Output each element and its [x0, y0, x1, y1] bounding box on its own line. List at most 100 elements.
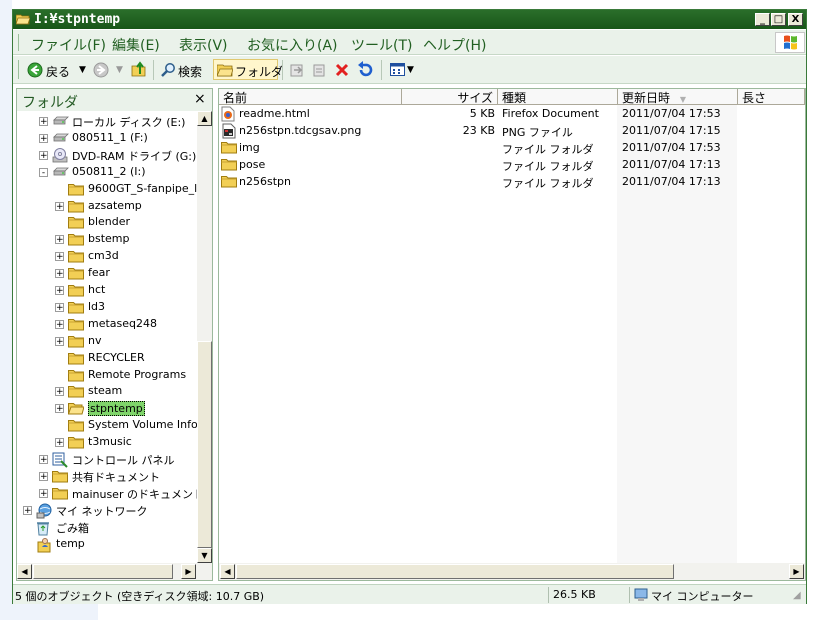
file-row[interactable]: n256stpn ファイル フォルダ 2011/07/04 17:13	[219, 174, 805, 191]
user-folder-icon	[36, 537, 52, 552]
status-bar: 5 個のオブジェクト (空きディスク領域: 10.7 GB) 26.5 KB マ…	[13, 584, 806, 604]
delete-icon[interactable]	[334, 62, 350, 78]
column-header-date-label: 更新日時	[622, 91, 671, 105]
tree-item-label: マイ ネットワーク	[56, 504, 148, 518]
file-date: 2011/07/04 17:53	[622, 141, 721, 154]
scroll-left-button[interactable]: ◀	[220, 564, 235, 579]
recycle-bin-icon	[36, 520, 52, 536]
views-icon[interactable]	[390, 63, 405, 76]
menu-edit[interactable]: 編集(E)	[112, 35, 160, 55]
file-type: ファイル フォルダ	[502, 143, 594, 156]
tree-item-label: blender	[88, 215, 131, 229]
forward-arrow-icon[interactable]	[93, 62, 109, 78]
expand-icon[interactable]: +	[39, 133, 48, 143]
scroll-left-button[interactable]: ◀	[17, 564, 32, 579]
toolbar-separator	[282, 60, 283, 80]
views-dropdown-icon[interactable]: ▼	[407, 65, 414, 75]
collapse-icon[interactable]: -	[39, 167, 48, 177]
folder-tree-vertical-scrollbar[interactable]: ▲ ▼	[197, 111, 212, 563]
expand-icon[interactable]: +	[39, 488, 48, 498]
folder-icon	[68, 300, 84, 314]
scrollbar-thumb[interactable]	[236, 564, 674, 579]
copy-to-icon[interactable]	[311, 62, 327, 78]
undo-icon[interactable]	[357, 61, 374, 78]
file-row[interactable]: img ファイル フォルダ 2011/07/04 17:53	[219, 140, 805, 157]
scroll-right-button[interactable]: ▶	[789, 564, 804, 579]
up-folder-icon[interactable]	[131, 61, 147, 78]
folder-icon	[221, 140, 237, 157]
folder-icon	[68, 418, 84, 432]
expand-icon[interactable]: +	[55, 404, 64, 414]
tree-item-label: ごみ箱	[56, 521, 89, 535]
folder-pane-close-button[interactable]: ×	[194, 91, 206, 107]
expand-icon[interactable]: +	[23, 505, 32, 515]
back-dropdown-icon[interactable]: ▼	[79, 65, 86, 75]
open-folder-icon	[16, 14, 30, 25]
minimize-button[interactable]: _	[755, 13, 770, 26]
drive-icon	[52, 131, 69, 145]
expand-icon[interactable]: +	[55, 269, 64, 279]
explorer-window: I:¥stpntemp _ □ X ファイル(F) 編集(E) 表示(V) お気…	[12, 9, 807, 604]
menu-bar: ファイル(F) 編集(E) 表示(V) お気に入り(A) ツール(T) ヘルプ(…	[13, 30, 806, 55]
search-button[interactable]: 検索	[178, 63, 202, 80]
file-size: 5 KB	[469, 107, 495, 120]
open-folder-icon	[67, 401, 85, 415]
expand-icon[interactable]: +	[55, 387, 64, 397]
folder-icon	[52, 469, 68, 483]
column-header-name[interactable]: 名前	[219, 89, 402, 105]
expand-icon[interactable]: +	[39, 471, 48, 481]
expand-icon[interactable]: +	[55, 286, 64, 296]
folder-icon	[68, 266, 84, 280]
forward-dropdown-icon[interactable]: ▼	[116, 65, 123, 75]
menu-grip[interactable]	[18, 34, 21, 51]
expand-icon[interactable]: +	[55, 302, 64, 312]
scroll-right-button[interactable]: ▶	[181, 564, 196, 579]
folder-icon	[68, 199, 84, 213]
scroll-up-button[interactable]: ▲	[197, 111, 212, 126]
move-to-icon[interactable]	[289, 62, 305, 78]
expand-icon[interactable]: +	[55, 235, 64, 245]
folder-icon	[68, 249, 84, 263]
expand-icon[interactable]: +	[39, 117, 48, 127]
tree-item-label: ローカル ディスク (E:)	[72, 116, 186, 129]
title-bar[interactable]: I:¥stpntemp _ □ X	[13, 10, 806, 29]
menu-help[interactable]: ヘルプ(H)	[423, 35, 486, 55]
menu-file[interactable]: ファイル(F)	[31, 35, 106, 55]
expand-icon[interactable]: +	[39, 150, 48, 160]
menu-tools[interactable]: ツール(T)	[351, 35, 412, 55]
file-row[interactable]: n256stpn.tdcgsav.png 23 KB PNG ファイル 2011/07…	[219, 123, 805, 140]
expand-icon[interactable]: +	[55, 336, 64, 346]
back-button[interactable]: 戻る	[46, 63, 70, 80]
expand-icon[interactable]: +	[55, 438, 64, 448]
file-name: readme.html	[239, 107, 310, 120]
menu-favorites[interactable]: お気に入り(A)	[247, 35, 338, 55]
file-list-horizontal-scrollbar[interactable]: ◀ ▶	[219, 563, 805, 580]
column-header-date[interactable]: 更新日時 ▼	[618, 89, 738, 105]
column-header-type[interactable]: 種類	[498, 89, 618, 105]
file-row[interactable]: pose ファイル フォルダ 2011/07/04 17:13	[219, 157, 805, 174]
expand-icon[interactable]: +	[55, 201, 64, 211]
expand-icon[interactable]: +	[55, 319, 64, 329]
tree-item-label: temp	[56, 536, 85, 550]
tree-item-label: 080511_1 (F:)	[72, 130, 148, 144]
column-header-length[interactable]: 長さ	[738, 89, 805, 105]
toolbar-grip[interactable]	[18, 60, 21, 79]
file-row[interactable]: readme.html 5 KB Firefox Document 2011/07/0…	[219, 106, 805, 123]
close-button[interactable]: X	[788, 13, 803, 26]
scroll-down-button[interactable]: ▼	[197, 548, 212, 563]
window-title: I:¥stpntemp	[34, 12, 121, 27]
back-arrow-icon[interactable]	[27, 62, 43, 78]
status-location: マイ コンピューター	[651, 590, 754, 603]
windows-logo	[775, 32, 805, 53]
expand-icon[interactable]: +	[39, 455, 48, 465]
resize-grip-icon[interactable]: ◢	[793, 590, 801, 601]
scrollbar-thumb[interactable]	[197, 341, 212, 548]
maximize-button[interactable]: □	[771, 13, 786, 26]
column-header-size[interactable]: サイズ	[402, 89, 498, 105]
search-icon[interactable]	[161, 62, 176, 77]
folder-tree-horizontal-scrollbar[interactable]: ◀ ▶	[17, 563, 212, 580]
scrollbar-thumb[interactable]	[33, 564, 173, 579]
menu-view[interactable]: 表示(V)	[179, 35, 228, 55]
expand-icon[interactable]: +	[55, 252, 64, 262]
file-list: readme.html 5 KB Firefox Document 2011/07/0…	[219, 106, 805, 206]
